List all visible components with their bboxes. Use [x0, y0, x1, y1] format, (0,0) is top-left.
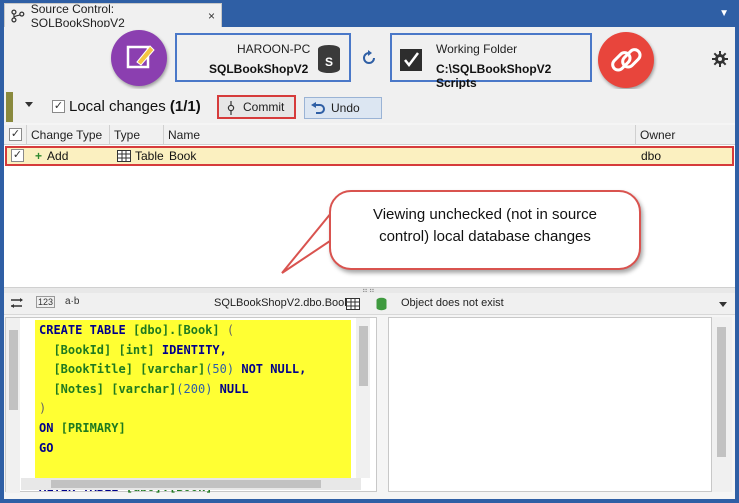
callout-line-2: control) local database changes	[379, 228, 591, 245]
row-checkbox[interactable]: ✓	[11, 149, 24, 162]
scroll-thumb[interactable]	[717, 327, 726, 457]
undo-icon	[311, 102, 325, 114]
svg-text:S: S	[325, 55, 333, 69]
owner-cell: dbo	[641, 149, 662, 163]
working-folder-box[interactable]: Working Folder C:\SQLBookShopV2 Scripts	[390, 33, 592, 90]
col-owner[interactable]: Owner	[636, 125, 735, 145]
scroll-thumb[interactable]	[9, 330, 18, 410]
scroll-thumb[interactable]	[51, 480, 321, 488]
source-script-pane[interactable]: CREATE TABLE [dbo].[Book] ( [BookId] [in…	[5, 317, 377, 494]
object-status: Object does not exist	[401, 297, 504, 309]
callout-line-1: Viewing unchecked (not in source	[372, 206, 598, 223]
repository-header: HAROON-PC SQLBookShopV2 S Working Folder…	[4, 27, 735, 90]
change-type-cell: + Add	[35, 149, 69, 163]
left-vertical-scrollbar[interactable]	[6, 318, 20, 493]
server-database-box[interactable]: HAROON-PC SQLBookShopV2 S	[175, 33, 351, 82]
link-icon	[611, 48, 642, 72]
table-row[interactable]: ✓ + Add Table Book dbo	[5, 146, 734, 166]
col-type[interactable]: Type	[110, 125, 164, 145]
local-changes-count: (1/1)	[169, 98, 201, 115]
source-control-icon	[11, 8, 25, 23]
window-frame: Source Control: SQLBookShopV2 × ▼ HAROON…	[0, 0, 739, 503]
local-changes-checkbox[interactable]: ✓	[52, 100, 65, 113]
refresh-icon[interactable]	[360, 49, 378, 67]
close-icon[interactable]: ×	[208, 9, 215, 23]
add-icon: +	[35, 149, 43, 163]
undo-label: Undo	[331, 101, 360, 115]
local-changes-bar: ✓ Local changes (1/1) Commit Undo	[4, 89, 735, 123]
tab-title: Source Control: SQLBookShopV2	[30, 1, 125, 30]
sql-code: CREATE TABLE [dbo].[Book] ( [BookId] [in…	[35, 320, 351, 494]
target-script-pane[interactable]	[388, 317, 712, 492]
local-changes-label: Local changes (1/1)	[69, 98, 201, 115]
source-control-panel: HAROON-PC SQLBookShopV2 S Working Folder…	[4, 27, 735, 499]
commit-label: Commit	[243, 100, 285, 114]
col-change-type[interactable]: Change Type	[27, 125, 110, 145]
whitespace-icon[interactable]: a·b	[65, 296, 79, 307]
server-name: HAROON-PC	[237, 42, 311, 56]
tab-menu-dropdown-icon[interactable]: ▼	[719, 8, 729, 19]
working-folder-path: C:\SQLBookShopV2 Scripts	[436, 62, 552, 90]
collapse-chevron-icon[interactable]	[25, 102, 33, 107]
undo-button[interactable]: Undo	[304, 97, 382, 119]
sync-scroll-icon[interactable]	[10, 297, 24, 309]
working-folder-label: Working Folder	[436, 42, 518, 56]
diff-toolbar: 123 a·b SQLBookShopV2.dbo.Book Object do…	[4, 293, 735, 315]
name-cell: Book	[169, 149, 197, 163]
database-icon: S	[318, 45, 340, 73]
folder-check-icon	[400, 49, 422, 71]
select-all-checkbox[interactable]: ✓	[9, 128, 22, 141]
type-cell: Table	[117, 148, 164, 164]
database-name: SQLBookShopV2	[209, 62, 309, 76]
table-icon	[346, 298, 360, 310]
gear-icon[interactable]	[712, 51, 728, 67]
commit-icon	[227, 101, 235, 115]
right-vertical-scrollbar[interactable]	[712, 317, 732, 492]
object-name: SQLBookShopV2.dbo.Book	[214, 297, 350, 309]
link-button[interactable]	[598, 32, 654, 88]
left-inner-vertical-scrollbar[interactable]	[356, 318, 370, 478]
edit-button[interactable]	[111, 30, 167, 86]
annotation-callout: Viewing unchecked (not in source control…	[329, 190, 641, 270]
row-checkbox-cell[interactable]: ✓	[11, 149, 24, 165]
pencil-icon	[126, 45, 155, 69]
document-tab-bar: Source Control: SQLBookShopV2 × ▼	[0, 0, 739, 30]
section-accent	[6, 92, 13, 122]
left-horizontal-scrollbar[interactable]	[21, 478, 361, 490]
chevron-down-icon[interactable]	[719, 302, 727, 307]
scroll-thumb[interactable]	[359, 326, 368, 386]
commit-button[interactable]: Commit	[217, 95, 296, 119]
line-numbers-icon[interactable]: 123	[36, 296, 56, 308]
col-name[interactable]: Name	[164, 125, 636, 145]
source-control-tab[interactable]: Source Control: SQLBookShopV2 ×	[4, 1, 222, 30]
table-icon	[117, 150, 131, 162]
grid-header: ✓ Change Type Type Name Owner	[4, 125, 735, 145]
select-all-cell[interactable]: ✓	[4, 125, 27, 145]
database-green-icon	[376, 297, 387, 311]
